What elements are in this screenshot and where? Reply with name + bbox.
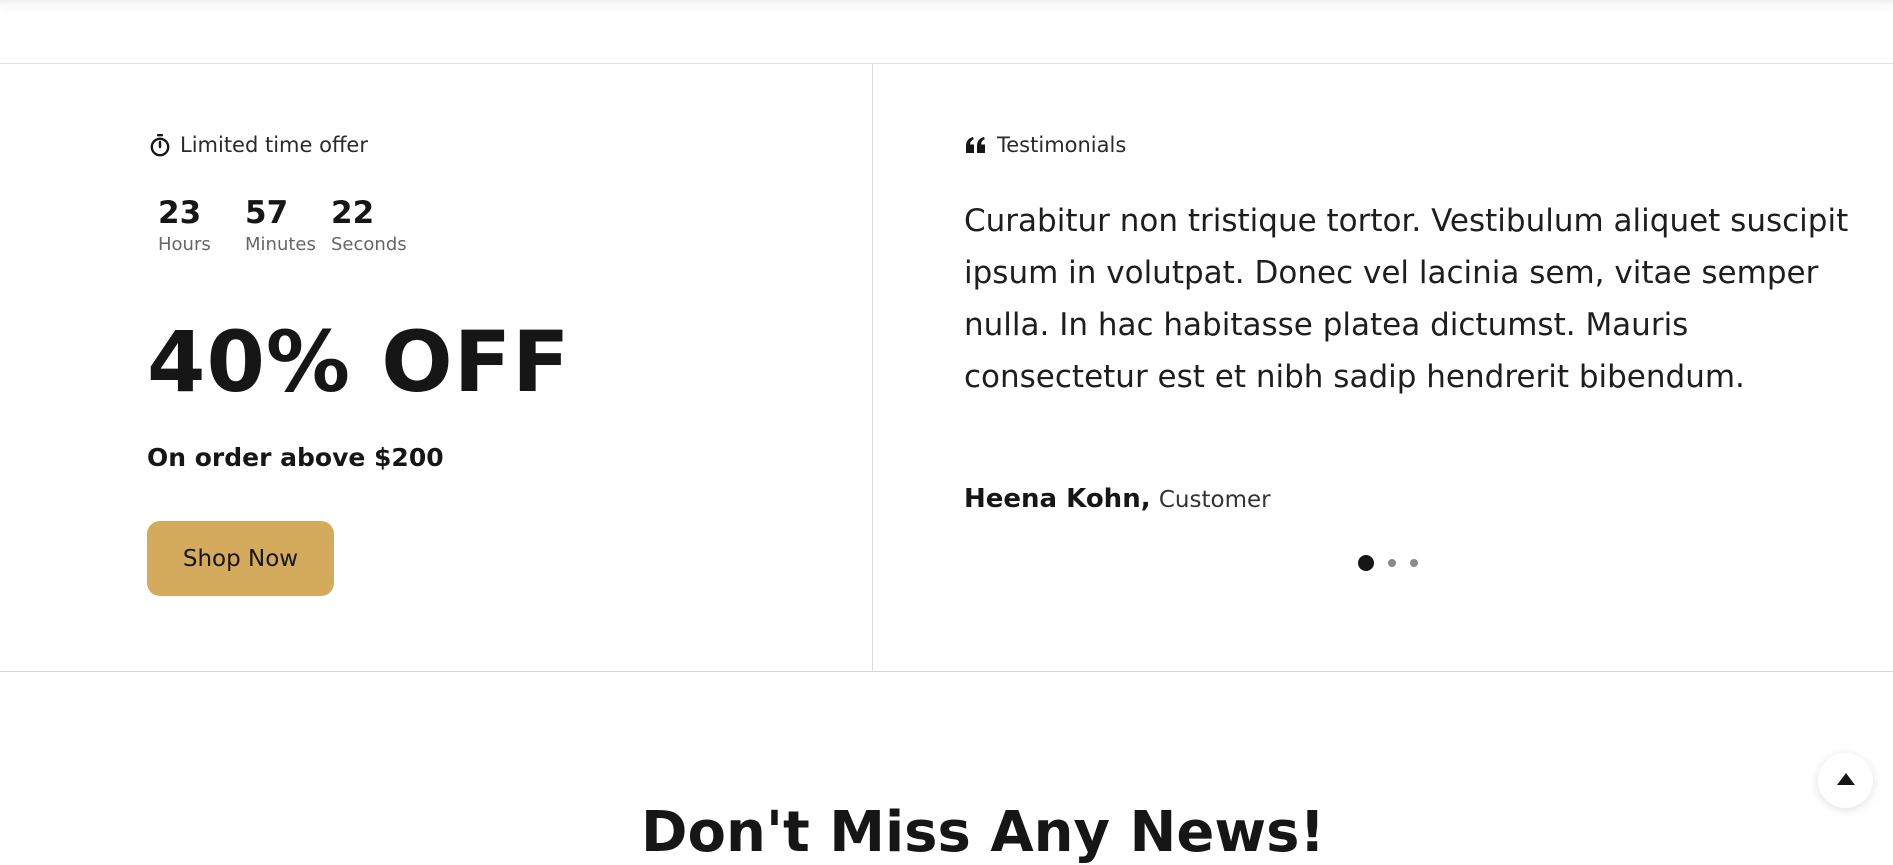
promo-section: Limited time offer 23 Hours 57 Minutes 2… <box>0 63 1893 672</box>
back-to-top-button[interactable] <box>1818 753 1873 808</box>
countdown-hours: 23 Hours <box>158 196 245 255</box>
column-divider <box>872 64 873 671</box>
shop-now-button[interactable]: Shop Now <box>147 521 334 596</box>
countdown-seconds-value: 22 <box>331 195 375 231</box>
offer-eyebrow-label: Limited time offer <box>180 133 368 157</box>
countdown-seconds-label: Seconds <box>331 234 407 255</box>
arrow-up-icon <box>1836 771 1856 790</box>
countdown-timer: 23 Hours 57 Minutes 22 Seconds <box>158 196 407 255</box>
countdown-minutes-label: Minutes <box>245 234 316 255</box>
offer-eyebrow: Limited time offer <box>149 133 368 157</box>
countdown-hours-label: Hours <box>158 234 211 255</box>
discount-headline: 40% OFF <box>147 313 571 411</box>
quote-icon <box>964 136 988 154</box>
stopwatch-icon <box>149 133 171 157</box>
carousel-dot-1[interactable] <box>1358 555 1374 571</box>
testimonials-eyebrow-label: Testimonials <box>997 133 1127 157</box>
countdown-hours-value: 23 <box>158 195 202 231</box>
testimonial-author: Heena Kohn, Customer <box>964 484 1271 514</box>
countdown-minutes: 57 Minutes <box>245 196 331 255</box>
offer-condition: On order above $200 <box>147 443 444 472</box>
author-role: Customer <box>1158 487 1271 513</box>
testimonials-eyebrow: Testimonials <box>964 133 1126 157</box>
limited-offer-panel: Limited time offer 23 Hours 57 Minutes 2… <box>147 64 847 671</box>
newsletter-heading: Don't Miss Any News! <box>641 800 1325 865</box>
testimonials-panel: Testimonials Curabitur non tristique tor… <box>964 64 1864 671</box>
carousel-dot-2[interactable] <box>1388 559 1396 567</box>
header-shadow <box>0 0 1893 6</box>
carousel-dot-3[interactable] <box>1410 559 1418 567</box>
author-name: Heena Kohn, <box>964 484 1151 514</box>
countdown-seconds: 22 Seconds <box>331 196 407 255</box>
countdown-minutes-value: 57 <box>245 195 289 231</box>
testimonial-quote: Curabitur non tristique tortor. Vestibul… <box>964 203 1849 395</box>
carousel-pagination <box>1358 555 1418 571</box>
